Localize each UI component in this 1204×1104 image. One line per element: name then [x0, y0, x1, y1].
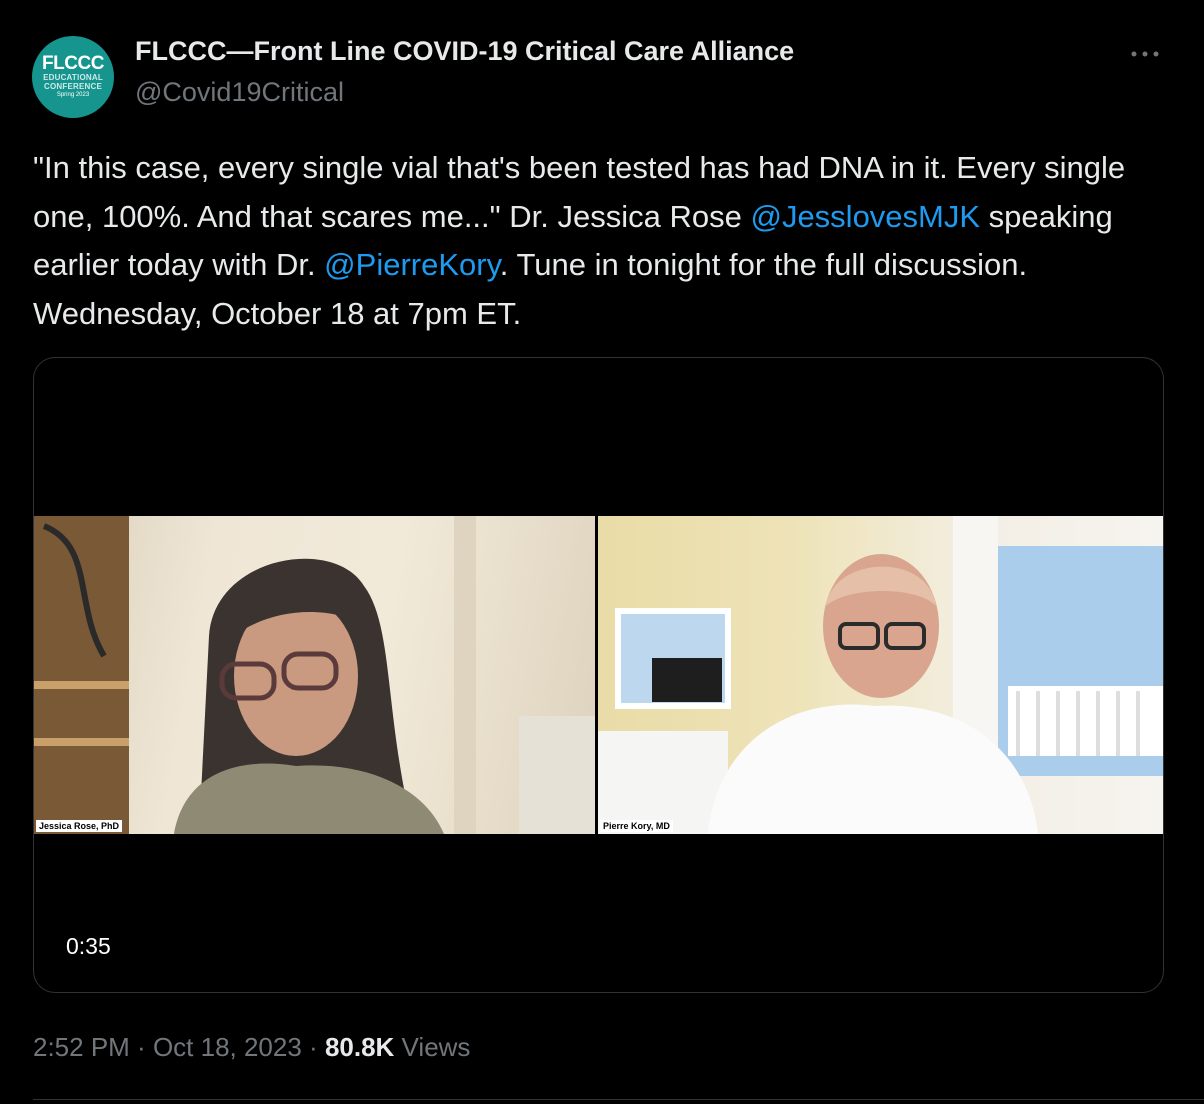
- author-handle[interactable]: @Covid19Critical: [135, 77, 344, 108]
- avatar-line-educational: EDUCATIONAL: [43, 73, 103, 82]
- participant-left-image: [34, 516, 595, 834]
- mention-jesslovesmjk[interactable]: @JesslovesMJK: [750, 199, 980, 234]
- tweet-meta: 2:52 PM · Oct 18, 2023 · 80.8K Views: [33, 1032, 470, 1063]
- divider: [33, 1099, 1204, 1100]
- avatar-line-conference: CONFERENCE: [43, 82, 102, 91]
- views-label: Views: [394, 1032, 471, 1062]
- tweet-time[interactable]: 2:52 PM: [33, 1032, 130, 1062]
- video-participant-right: Pierre Kory, MD: [598, 516, 1163, 834]
- meta-separator: ·: [301, 1032, 325, 1062]
- participant-left-name: Jessica Rose, PhD: [36, 820, 123, 832]
- tweet-text: "In this case, every single vial that's …: [33, 144, 1173, 338]
- author-avatar[interactable]: FLCCC EDUCATIONAL CONFERENCE Spring 2023: [32, 36, 114, 118]
- more-dots-graphic: [1131, 51, 1159, 57]
- mention-pierrekory[interactable]: @PierreKory: [324, 247, 500, 282]
- tweet-date[interactable]: Oct 18, 2023: [153, 1032, 302, 1062]
- video-timecode: 0:35: [66, 933, 111, 959]
- participant-right-image: [598, 516, 1163, 834]
- avatar-line-season: Spring 2023: [56, 92, 90, 98]
- author-display-name[interactable]: FLCCC—Front Line COVID-19 Critical Care …: [135, 36, 794, 67]
- video-participant-left: Jessica Rose, PhD: [34, 516, 595, 834]
- more-horizontal-icon[interactable]: [1130, 40, 1160, 60]
- meta-separator: ·: [129, 1032, 153, 1062]
- avatar-logo: FLCCC: [42, 53, 104, 74]
- video-player[interactable]: Jessica Rose, PhD Pierre Kory, MD 0:35: [33, 357, 1164, 993]
- participant-right-name: Pierre Kory, MD: [600, 820, 673, 832]
- views-count[interactable]: 80.8K: [325, 1032, 394, 1062]
